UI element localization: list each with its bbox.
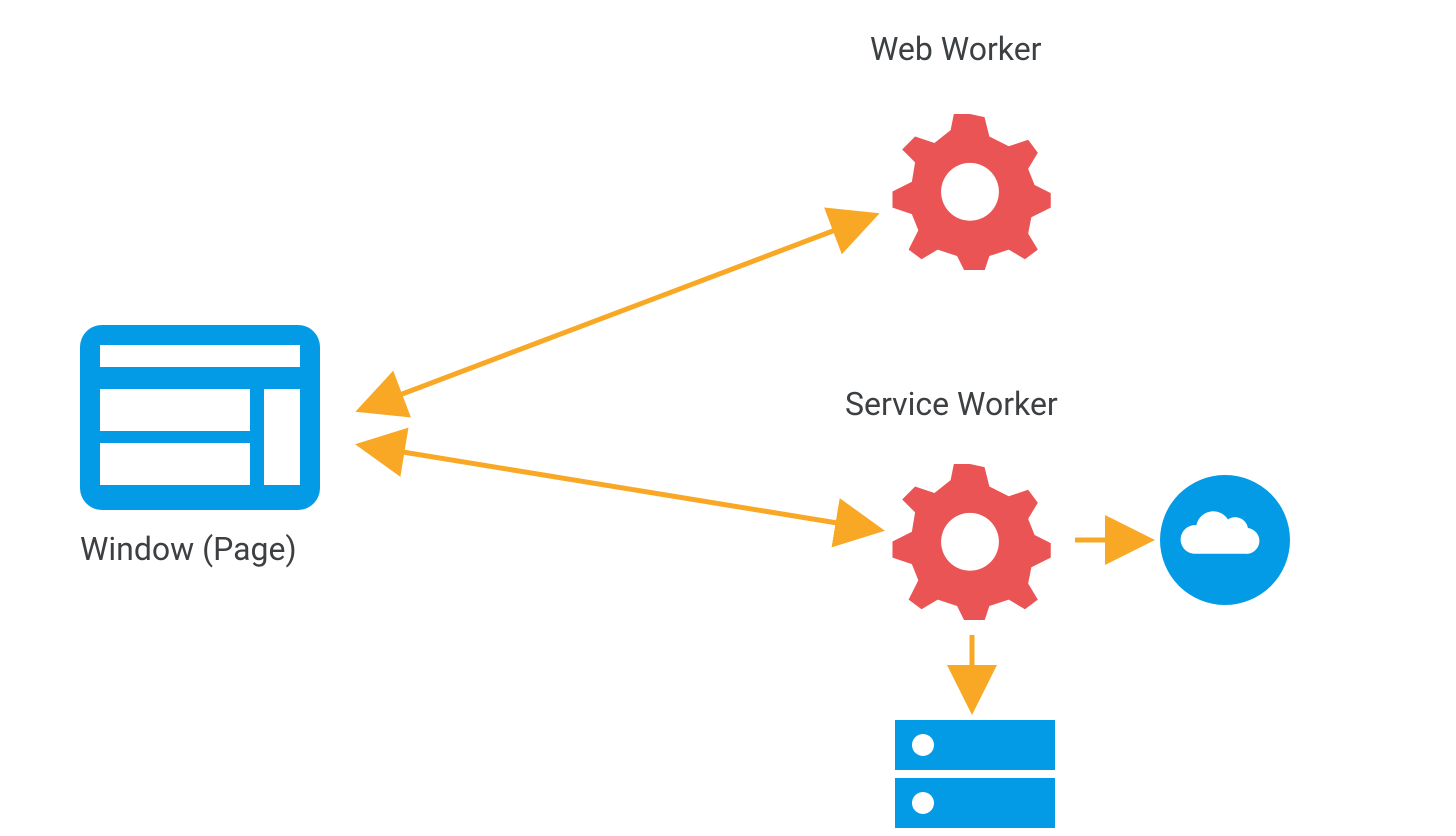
arrow-serviceworker-storage	[0, 0, 1456, 836]
